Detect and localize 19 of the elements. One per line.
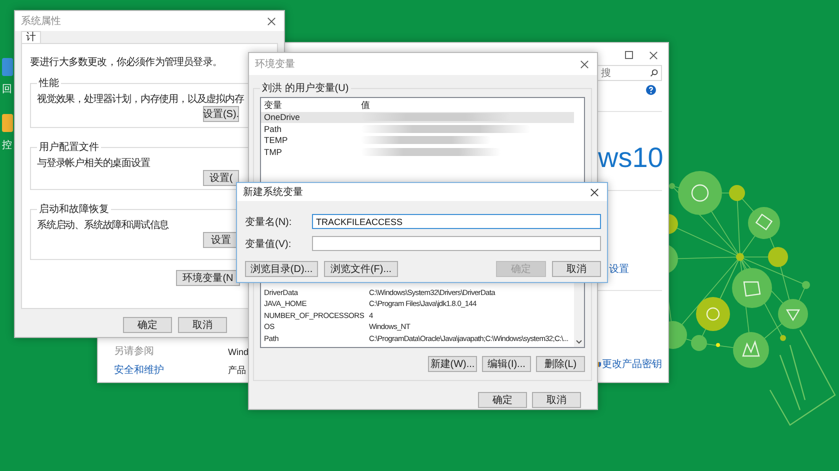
field-label: 变量值(V): <box>245 238 292 250</box>
group-description: 与登录帐户相关的桌面设置 <box>37 156 150 170</box>
window-title: 系统属性 <box>21 14 61 28</box>
windows-brand-text: ws10 <box>597 141 664 175</box>
dialog-title: 新建系统变量 <box>243 186 303 199</box>
desktop-icon-label: 回 <box>2 83 12 96</box>
group-title: 用户配置文件 <box>38 140 100 154</box>
group-title: 启动和故障恢复 <box>38 202 110 216</box>
see-also-heading: 另请参阅 <box>114 344 154 358</box>
group-description: 视觉效果，处理器计划，内存使用，以及虚拟内存 <box>37 92 244 106</box>
field-label: 变量名(N): <box>245 216 293 228</box>
system-info-label: 产品 <box>228 364 246 377</box>
group-title: 性能 <box>38 76 60 90</box>
admin-notice: 要进行大多数更改，你必须作为管理员登录。 <box>30 56 222 69</box>
desktop-icon-label: 控 <box>2 139 12 152</box>
group-title: 刘洪 的用户变量(U) <box>261 82 350 95</box>
group-description: 系统启动、系统故障和调试信息 <box>37 218 169 232</box>
window-title: 环境变量 <box>255 58 295 71</box>
system-info-label: Wind <box>228 347 249 357</box>
